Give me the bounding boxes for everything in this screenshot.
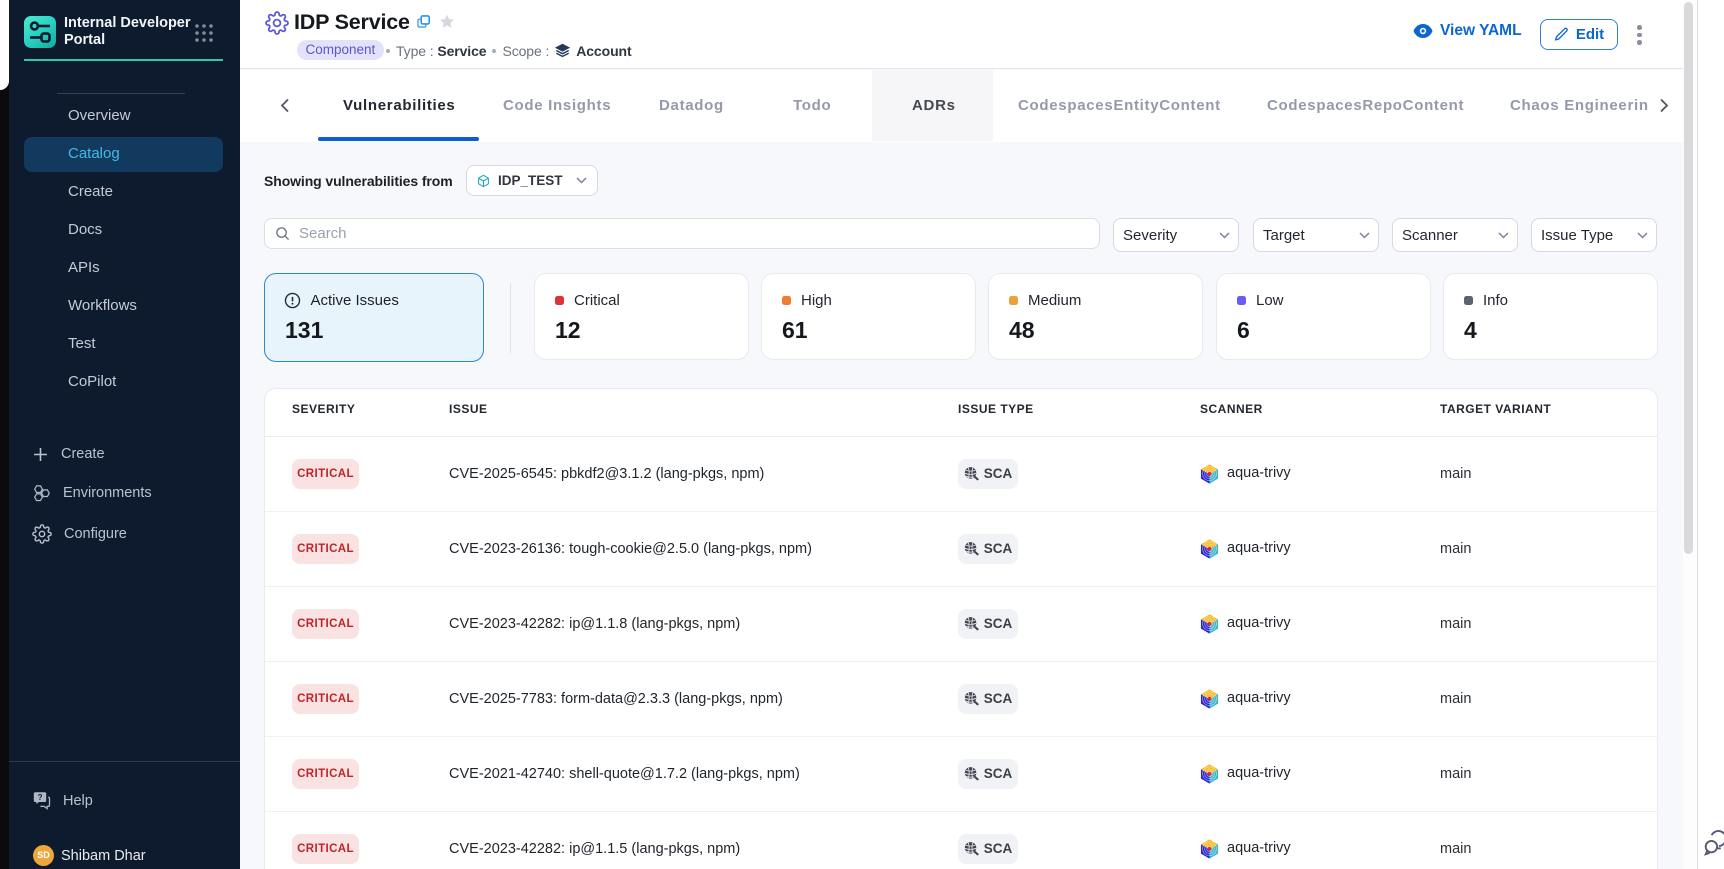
svg-text:?: ? xyxy=(38,793,43,802)
